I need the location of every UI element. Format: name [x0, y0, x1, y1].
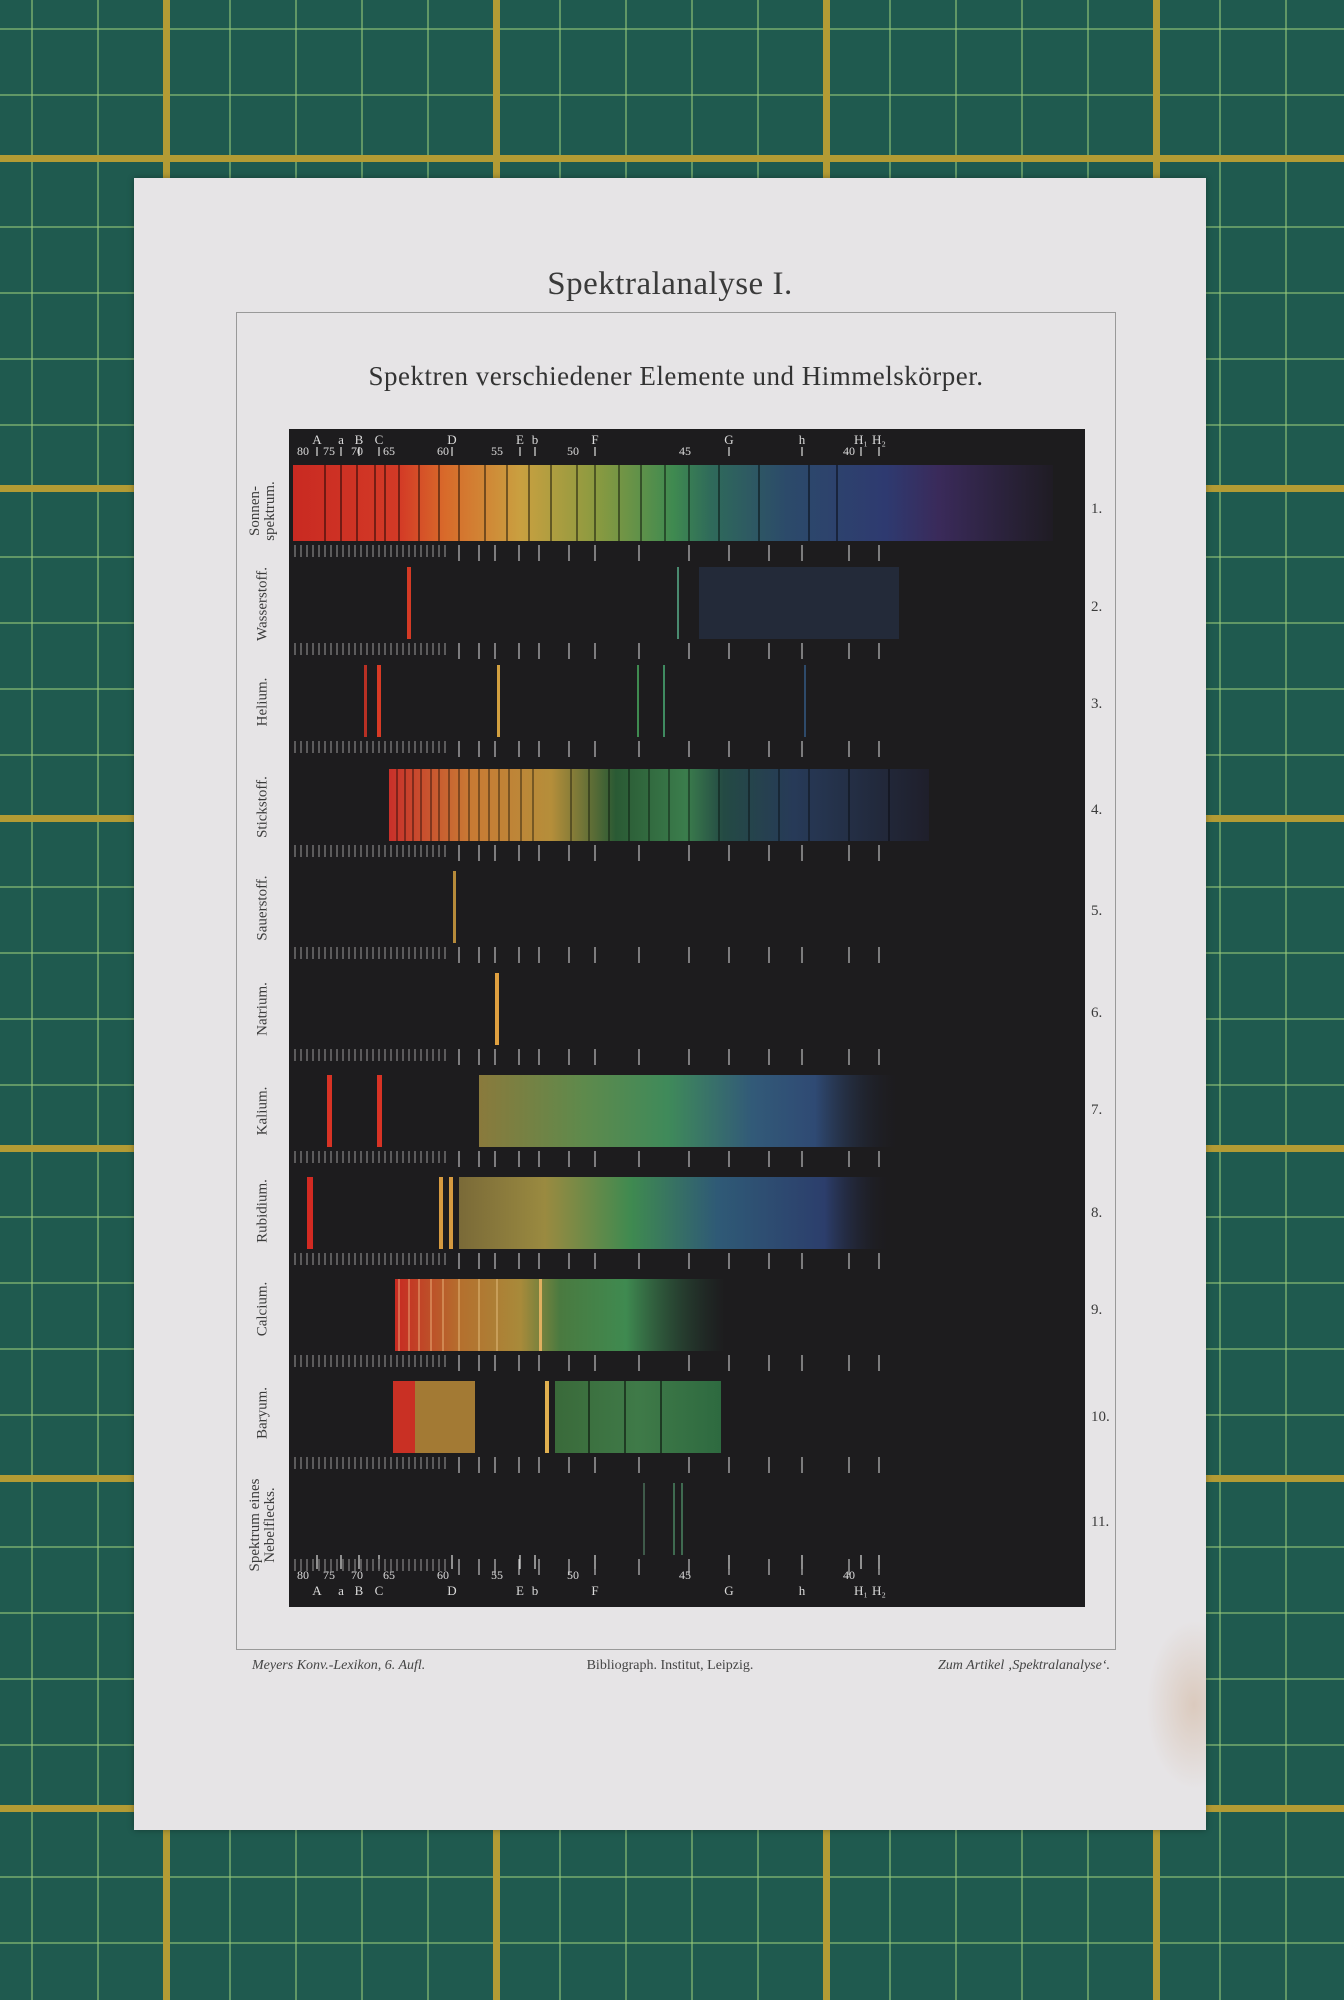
- helium-line-red1: [364, 665, 367, 737]
- row-number-3: 3.: [1091, 696, 1103, 712]
- barium-band-green: [555, 1381, 721, 1453]
- page-title: Spektralanalyse I.: [547, 266, 793, 302]
- scale-number-top: 75: [323, 444, 335, 458]
- row-number-7: 7.: [1091, 1102, 1103, 1118]
- scale-letter-bottom: H₂: [872, 1583, 886, 1598]
- scale-letter-top: C: [375, 432, 384, 447]
- scale-number-top: 55: [491, 444, 503, 458]
- scale-letter-bottom: F: [591, 1583, 598, 1598]
- helium-line-green2: [663, 665, 665, 737]
- scale-letter-top: D: [447, 432, 456, 447]
- scale-letter-top: a: [338, 432, 344, 447]
- scale-letter-bottom: A: [312, 1583, 322, 1598]
- scale-number-top: 50: [567, 444, 579, 458]
- row-number-8: 8.: [1091, 1205, 1103, 1221]
- rubidium-continuum: [459, 1177, 889, 1249]
- plate-frame: Spektren verschiedener Elemente und Himm…: [236, 312, 1116, 1650]
- spectra-plate: 80 75 70 65 60 55 50 45 40 Aa B C D Eb F Gh H₁ H₂ 80 75 70 65…: [289, 429, 1085, 1607]
- nitrogen-band: [389, 769, 929, 841]
- scale-letter-top: A: [312, 432, 322, 447]
- solar-band: [293, 465, 1053, 541]
- potassium-continuum: [479, 1075, 899, 1147]
- row-number-9: 9.: [1091, 1302, 1103, 1318]
- nebula-line2: [673, 1483, 675, 1555]
- scale-letter-bottom: a: [338, 1583, 344, 1598]
- barium-line-yellow: [545, 1381, 549, 1453]
- hydrogen-line-cyan: [677, 567, 679, 639]
- helium-line-green1: [637, 665, 639, 737]
- row-number-1: 1.: [1091, 501, 1103, 517]
- scale-letter-top: H₂: [872, 432, 886, 447]
- scale-letter-top: h: [799, 432, 806, 447]
- scale-number-top: 65: [383, 444, 395, 458]
- scale-letter-bottom: D: [447, 1583, 456, 1598]
- scale-letter-top: G: [724, 432, 733, 447]
- calcium-line-bright: [539, 1279, 542, 1351]
- rubidium-line-yellow1: [439, 1177, 443, 1249]
- rubidium-line-red: [307, 1177, 313, 1249]
- footer-article: Zum Artikel ‚Spektralanalyse‘.: [938, 1658, 1110, 1673]
- scale-number-top: 45: [679, 444, 691, 458]
- helium-line-red2: [377, 665, 381, 737]
- hydrogen-glow: [699, 567, 899, 639]
- row-number-4: 4.: [1091, 802, 1103, 818]
- row-number-10: 10.: [1091, 1409, 1110, 1425]
- scale-letter-top: F: [591, 432, 598, 447]
- row-number-2: 2.: [1091, 599, 1103, 615]
- scale-number-top: 80: [297, 444, 309, 458]
- plate-subtitle: Spektren verschiedener Elemente und Himm…: [368, 361, 984, 391]
- helium-line-blue: [804, 665, 806, 737]
- scale-letter-bottom: h: [799, 1583, 806, 1598]
- barium-band-red: [393, 1381, 415, 1453]
- potassium-line-red2: [377, 1075, 382, 1147]
- scale-letter-top: B: [355, 432, 364, 447]
- barium-band-orange: [415, 1381, 475, 1453]
- spectra-illustration: 80 75 70 65 60 55 50 45 40A a B C D Eb F Gh H₁ H₂80 75 70 65…: [293, 432, 1053, 1598]
- scale-letter-bottom: B: [355, 1583, 364, 1598]
- row-number-11: 11.: [1091, 1514, 1110, 1530]
- paper-stain: [1146, 1620, 1206, 1790]
- print-sheet: Spektralanalyse I. Spektren verschiedene…: [134, 178, 1206, 1830]
- oxygen-line: [453, 871, 456, 943]
- scale-letter-top: b: [532, 432, 539, 447]
- helium-line-yellow: [497, 665, 500, 737]
- scale-letter-bottom: G: [724, 1583, 733, 1598]
- hydrogen-line-red: [407, 567, 411, 639]
- sodium-d-line: [495, 973, 499, 1045]
- row-number-5: 5.: [1091, 903, 1103, 919]
- potassium-line-red1: [327, 1075, 332, 1147]
- scale-letter-bottom: C: [375, 1583, 384, 1598]
- row-number-6: 6.: [1091, 1005, 1103, 1021]
- scale-letter-bottom: b: [532, 1583, 539, 1598]
- scale-letter-bottom: E: [516, 1583, 524, 1598]
- scale-number-bottom: 55: [491, 1568, 503, 1582]
- nebula-line3: [681, 1483, 683, 1555]
- scale-letter-top: H₁: [854, 432, 868, 447]
- calcium-band: [395, 1279, 725, 1351]
- scale-letter-top: E: [516, 432, 524, 447]
- scale-letter-bottom: H₁: [854, 1583, 868, 1598]
- rubidium-line-yellow2: [449, 1177, 453, 1249]
- nebula-line1: [643, 1483, 645, 1555]
